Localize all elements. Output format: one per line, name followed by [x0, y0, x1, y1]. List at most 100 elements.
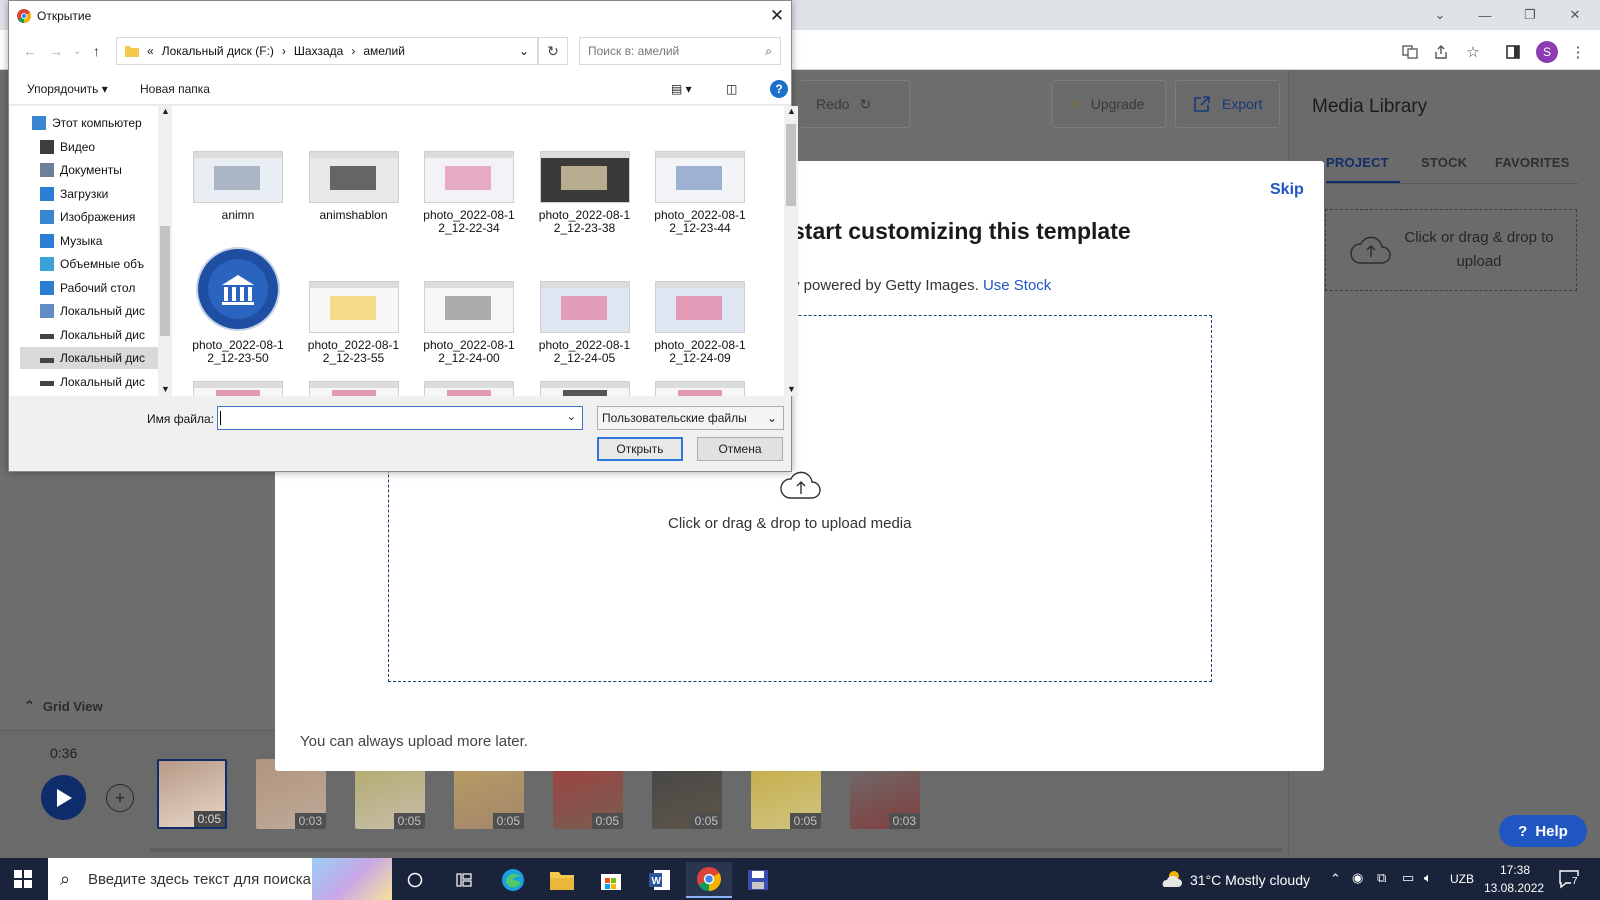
- file-item[interactable]: [644, 381, 756, 396]
- file-item[interactable]: photo_2022-08-1 2_12-22-34: [413, 151, 525, 235]
- minimize-button[interactable]: —: [1465, 4, 1505, 26]
- nav-item[interactable]: Объемные объ: [40, 253, 158, 275]
- edge-browser-icon[interactable]: [490, 862, 536, 898]
- task-view-icon[interactable]: [392, 862, 438, 898]
- file-item[interactable]: photo_2022-08-1 2_12-24-05: [529, 281, 641, 365]
- preview-pane-icon[interactable]: ◫: [726, 82, 737, 96]
- export-button[interactable]: Export: [1175, 80, 1280, 128]
- nav-item[interactable]: Загрузки: [40, 183, 158, 205]
- path-segment-folder[interactable]: Шахзада: [294, 44, 343, 58]
- use-stock-link[interactable]: Use Stock: [983, 277, 1051, 294]
- weather-text[interactable]: 31°C Mostly cloudy: [1190, 872, 1310, 888]
- help-button[interactable]: ? Help: [1499, 815, 1587, 847]
- files-scroll-thumb[interactable]: [786, 124, 796, 206]
- open-button[interactable]: Открыть: [597, 437, 683, 461]
- file-item[interactable]: photo_2022-08-1 2_12-23-44: [644, 151, 756, 235]
- redo-button[interactable]: Redo ↻: [800, 80, 910, 128]
- nav-item[interactable]: Видео: [40, 136, 158, 158]
- timeline-scrollbar[interactable]: [150, 848, 1282, 852]
- scene-thumbnail[interactable]: 0:05: [157, 759, 227, 829]
- side-upload-dropzone[interactable]: Click or drag & drop to upload: [1325, 209, 1577, 291]
- meet-icon[interactable]: ⧉: [1377, 870, 1386, 886]
- nav-item[interactable]: Музыка: [40, 230, 158, 252]
- dialog-close-button[interactable]: ✕: [765, 4, 789, 28]
- filename-dropdown-icon[interactable]: ⌄: [567, 410, 576, 423]
- path-segment-drive[interactable]: Локальный диск (F:): [162, 44, 274, 58]
- nav-item[interactable]: Локальный дис: [20, 347, 158, 369]
- volume-icon[interactable]: 🔈︎: [1424, 870, 1432, 886]
- file-item[interactable]: photo_2022-08-1 2_12-24-09: [644, 281, 756, 365]
- path-dropdown-icon[interactable]: ⌄: [519, 44, 529, 58]
- scroll-up-icon[interactable]: ▲: [161, 106, 170, 116]
- recent-chevron-icon[interactable]: ⌄: [73, 46, 81, 57]
- forward-arrow-icon[interactable]: →: [49, 43, 63, 59]
- word-icon[interactable]: W: [637, 862, 683, 898]
- notifications-icon[interactable]: 7: [1558, 868, 1580, 890]
- widgets-icon[interactable]: [441, 862, 487, 898]
- nav-item[interactable]: Локальный дис: [40, 371, 158, 393]
- scroll-down-icon[interactable]: ▼: [161, 384, 170, 394]
- cancel-button[interactable]: Отмена: [697, 437, 783, 461]
- path-breadcrumb[interactable]: « Локальный диск (F:) › Шахзада › амелий…: [116, 37, 538, 65]
- file-item[interactable]: [182, 381, 294, 396]
- new-folder-button[interactable]: Новая папка: [140, 82, 210, 96]
- browser-close-button[interactable]: ✕: [1555, 4, 1595, 26]
- nav-scrollbar[interactable]: ▲ ▼: [158, 106, 172, 396]
- filename-input[interactable]: ⌄: [217, 406, 583, 430]
- nav-item[interactable]: Рабочий стол: [40, 277, 158, 299]
- grid-view-toggle[interactable]: ⌃ Grid View: [24, 698, 103, 714]
- input-language[interactable]: UZB: [1450, 872, 1474, 886]
- scroll-down-icon[interactable]: ▼: [787, 384, 796, 394]
- nav-item[interactable]: Этот компьютер: [32, 112, 150, 134]
- share-icon[interactable]: [1431, 42, 1451, 62]
- nav-item[interactable]: Локальный дис: [40, 324, 158, 346]
- kebab-menu-icon[interactable]: ⋮: [1568, 42, 1588, 62]
- file-item[interactable]: [298, 381, 410, 396]
- file-explorer-icon[interactable]: [539, 862, 585, 898]
- translate-icon[interactable]: [1400, 42, 1420, 62]
- bookmark-star-icon[interactable]: ☆: [1463, 42, 1483, 62]
- files-scrollbar[interactable]: ▲ ▼: [784, 106, 798, 396]
- restore-button[interactable]: ❐: [1510, 4, 1550, 26]
- file-item[interactable]: animn: [182, 151, 294, 222]
- file-item[interactable]: [413, 381, 525, 396]
- nav-scroll-thumb[interactable]: [160, 226, 170, 336]
- clock-date[interactable]: 13.08.2022: [1484, 881, 1544, 895]
- profile-avatar[interactable]: S: [1536, 41, 1558, 63]
- dialog-help-icon[interactable]: ?: [770, 80, 788, 98]
- file-item[interactable]: photo_2022-08-1 2_12-24-00: [413, 281, 525, 365]
- tab-search-chevron-icon[interactable]: ⌄: [1420, 4, 1460, 26]
- dialog-search-input[interactable]: Поиск в: амелий ⌕: [579, 37, 781, 65]
- nav-item[interactable]: Изображения: [40, 206, 158, 228]
- side-panel-icon[interactable]: [1503, 42, 1523, 62]
- refresh-button[interactable]: ↻: [538, 37, 568, 65]
- nav-item[interactable]: Локальный дис: [40, 300, 158, 322]
- nav-item[interactable]: Документы: [40, 159, 158, 181]
- tab-project[interactable]: PROJECT: [1326, 155, 1389, 170]
- windows-start-icon[interactable]: [14, 870, 32, 888]
- add-scene-button[interactable]: +: [106, 784, 134, 812]
- file-item[interactable]: photo_2022-08-1 2_12-23-55: [298, 281, 410, 365]
- back-arrow-icon[interactable]: ←: [23, 43, 37, 59]
- tab-stock[interactable]: STOCK: [1421, 155, 1467, 170]
- file-item[interactable]: photo_2022-08-1 2_12-23-38: [529, 151, 641, 235]
- show-hidden-icons-icon[interactable]: ⌃: [1330, 871, 1341, 887]
- file-item[interactable]: animshablon: [298, 151, 410, 222]
- up-arrow-icon[interactable]: ↑: [93, 43, 100, 59]
- chrome-taskbar-icon[interactable]: [686, 862, 732, 898]
- play-button[interactable]: [41, 775, 86, 820]
- scroll-up-icon[interactable]: ▲: [787, 106, 796, 116]
- organize-menu[interactable]: Упорядочить ▾: [27, 82, 108, 96]
- camera-icon[interactable]: ◉: [1352, 870, 1363, 886]
- upgrade-button[interactable]: ✦ Upgrade: [1052, 80, 1166, 128]
- path-segment-current[interactable]: амелий: [363, 44, 405, 58]
- view-options-icon[interactable]: ▤ ▾: [671, 82, 692, 96]
- clock-time[interactable]: 17:38: [1487, 863, 1543, 877]
- microsoft-store-icon[interactable]: [588, 862, 634, 898]
- network-icon[interactable]: ▭: [1402, 870, 1414, 886]
- file-item[interactable]: photo_2022-08-1 2_12-23-50: [182, 247, 294, 365]
- filetype-select[interactable]: Пользовательские файлы ⌄: [597, 406, 784, 430]
- tab-favorites[interactable]: FAVORITES: [1495, 155, 1570, 170]
- save-disk-app-icon[interactable]: [735, 862, 781, 898]
- file-item[interactable]: [529, 381, 641, 396]
